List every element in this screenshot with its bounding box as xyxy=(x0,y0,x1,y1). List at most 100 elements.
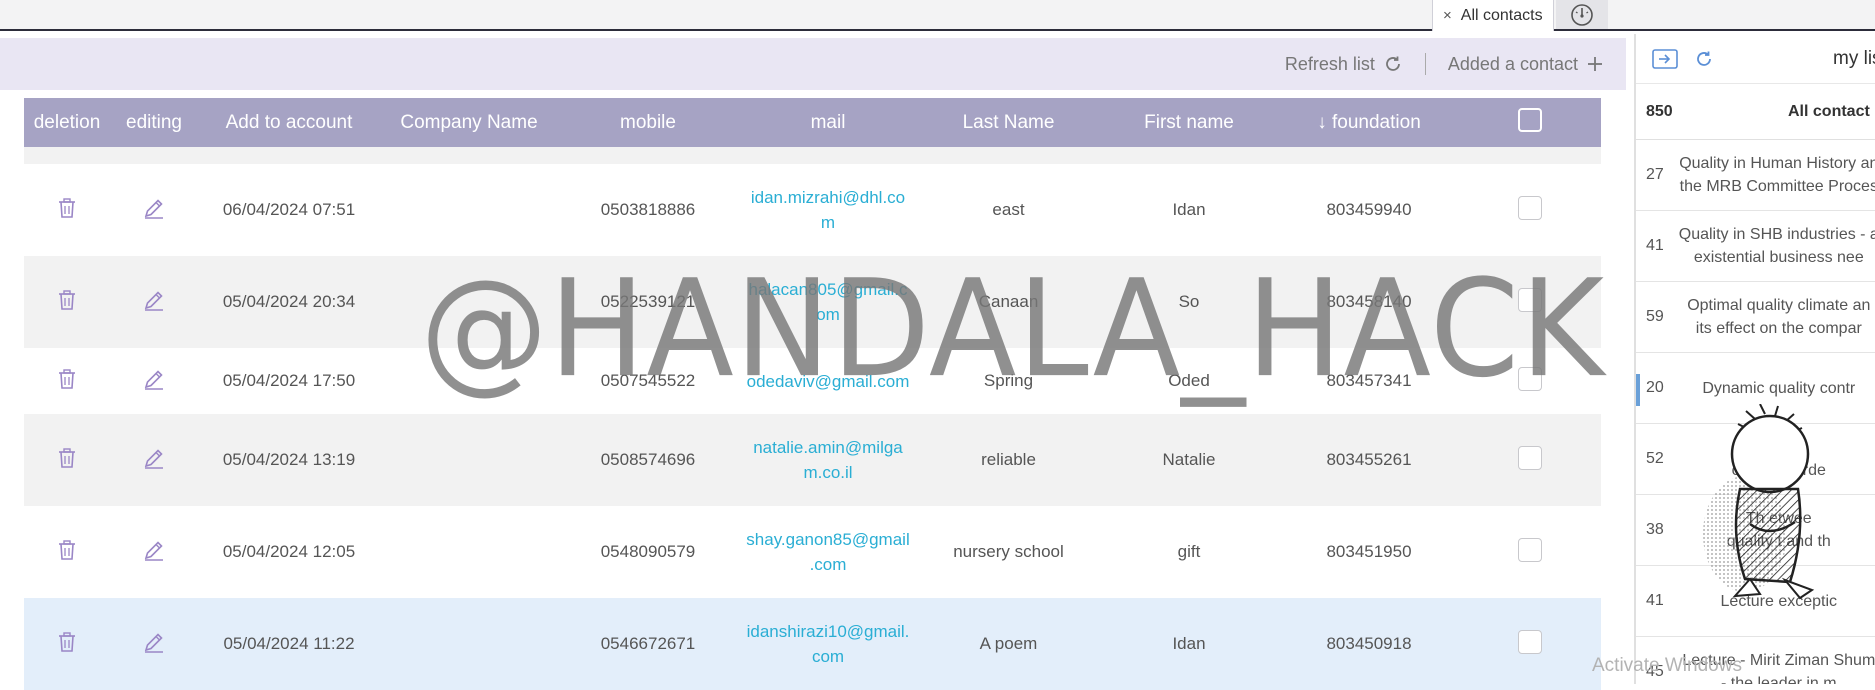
row-select[interactable] xyxy=(1459,537,1601,567)
delete-button[interactable] xyxy=(24,289,110,315)
cell-foundation: 803459940 xyxy=(1326,200,1412,219)
cell-added: 05/04/2024 13:19 xyxy=(222,450,356,469)
header-mobile[interactable]: mobile xyxy=(558,112,738,134)
list-toolbar: Refresh list Added a contact xyxy=(0,38,1626,90)
mail-line-2: om xyxy=(816,305,840,324)
tab-all-contacts[interactable]: × All contacts xyxy=(1432,0,1554,31)
contacts-table: deletion editing Add to account Company … xyxy=(24,98,1601,690)
row-checkbox[interactable] xyxy=(1518,195,1542,220)
pencil-icon xyxy=(144,632,163,653)
header-deletion[interactable]: deletion xyxy=(24,112,110,134)
table-row[interactable]: 05/04/2024 17:50 0507545522 odedaviv@gmail… xyxy=(24,348,1601,414)
cell-added: 05/04/2024 20:34 xyxy=(222,292,356,311)
cell-last-name: Canaan xyxy=(978,292,1039,311)
panel-title: my lis xyxy=(1833,48,1875,69)
pencil-icon xyxy=(144,198,163,219)
cell-mail[interactable]: natalie.amin@milga m.co.il xyxy=(738,435,918,485)
table-row[interactable]: 05/04/2024 20:34 0522539121 halacan805@gma… xyxy=(24,256,1601,348)
header-mail[interactable]: mail xyxy=(738,112,918,134)
list-item-count: 59 xyxy=(1646,308,1664,325)
select-all-checkbox[interactable] xyxy=(1518,107,1542,132)
delete-button[interactable] xyxy=(24,631,110,657)
exit-panel-icon[interactable] xyxy=(1652,48,1680,70)
close-tab-icon[interactable]: × xyxy=(1443,7,1452,24)
refresh-list-button[interactable]: Refresh list xyxy=(1285,54,1403,75)
list-item[interactable]: 52 risks an oppor ecorde xyxy=(1636,424,1875,495)
cell-mail[interactable]: idan.mizrahi@dhl.co m xyxy=(738,185,918,235)
row-checkbox[interactable] xyxy=(1518,287,1542,312)
row-select[interactable] xyxy=(1459,195,1601,225)
cell-mail[interactable]: idanshirazi10@gmail. com xyxy=(738,619,918,669)
mail-line-2: m xyxy=(820,213,836,232)
row-checkbox[interactable] xyxy=(1518,445,1542,470)
cell-mail[interactable]: odedaviv@gmail.com xyxy=(738,369,918,394)
list-item-line-1: Quality in Human History an xyxy=(1679,155,1875,172)
header-foundation[interactable]: ↓ foundation xyxy=(1279,112,1459,134)
cell-last-name: reliable xyxy=(981,450,1036,469)
mail-line-1: idanshirazi10@gmail. xyxy=(746,622,910,641)
cell-added: 05/04/2024 11:22 xyxy=(223,634,355,653)
list-item-title: Th etwee quality t and th xyxy=(1664,507,1875,553)
list-item-title: Dynamic quality contr xyxy=(1664,377,1875,400)
header-select-all[interactable] xyxy=(1459,107,1601,138)
row-select[interactable] xyxy=(1459,629,1601,659)
edit-button[interactable] xyxy=(110,631,198,658)
header-company-name[interactable]: Company Name xyxy=(380,112,558,134)
edit-button[interactable] xyxy=(110,289,198,316)
delete-button[interactable] xyxy=(24,447,110,473)
list-summary-row[interactable]: 850 All contact xyxy=(1636,84,1875,140)
cell-mail[interactable]: shay.ganon85@gmail .com xyxy=(738,527,918,577)
trash-icon xyxy=(59,368,75,389)
edit-button[interactable] xyxy=(110,197,198,224)
trash-icon xyxy=(59,631,75,652)
list-item[interactable]: 41 Lecture exceptic xyxy=(1636,566,1875,637)
row-select[interactable] xyxy=(1459,287,1601,317)
delete-button[interactable] xyxy=(24,368,110,394)
list-item-count: 27 xyxy=(1646,166,1664,183)
plus-icon xyxy=(1588,57,1602,71)
cell-mobile: 0503818886 xyxy=(600,200,696,219)
delete-button[interactable] xyxy=(24,197,110,223)
mail-line-1: natalie.amin@milga xyxy=(753,438,903,457)
cell-foundation: 803457341 xyxy=(1326,371,1412,390)
edit-button[interactable] xyxy=(110,368,198,395)
list-item[interactable]: 38 Th etwee quality t and th xyxy=(1636,495,1875,566)
row-select[interactable] xyxy=(1459,366,1601,396)
row-checkbox[interactable] xyxy=(1518,366,1542,391)
header-first-name[interactable]: First name xyxy=(1099,112,1279,134)
panel-resize-handle[interactable] xyxy=(1636,374,1640,406)
table-row[interactable]: 05/04/2024 11:22 0546672671 idanshirazi10@… xyxy=(24,598,1601,690)
list-item-title: risks an oppor ecorde xyxy=(1664,436,1875,482)
row-checkbox[interactable] xyxy=(1518,537,1542,562)
table-row[interactable]: 06/04/2024 07:51 0503818886 idan.mizrahi@d… xyxy=(24,164,1601,256)
add-contact-button[interactable]: Added a contact xyxy=(1448,54,1604,75)
sort-arrow-icon: ↓ xyxy=(1317,111,1327,133)
row-checkbox[interactable] xyxy=(1518,629,1542,654)
header-editing[interactable]: editing xyxy=(110,112,198,134)
edit-button[interactable] xyxy=(110,447,198,474)
list-item[interactable]: 27 Quality in Human History an the MRB Com… xyxy=(1636,140,1875,211)
header-last-name[interactable]: Last Name xyxy=(918,112,1099,134)
table-row[interactable]: 05/04/2024 13:19 0508574696 natalie.amin@m… xyxy=(24,414,1601,506)
row-select[interactable] xyxy=(1459,445,1601,475)
cell-first-name: So xyxy=(1178,292,1200,311)
tab-label: All contacts xyxy=(1460,6,1543,24)
panel-refresh-icon[interactable] xyxy=(1694,49,1714,69)
trash-icon xyxy=(59,197,75,218)
tab-extra-button[interactable] xyxy=(1556,0,1608,29)
list-item[interactable]: 20 Dynamic quality contr xyxy=(1636,353,1875,424)
tachometer-icon xyxy=(1571,3,1593,26)
delete-button[interactable] xyxy=(24,539,110,565)
list-item-line-1: Quality in SHB industries - a xyxy=(1678,226,1875,243)
list-item-count: 41 xyxy=(1646,237,1664,254)
edit-button[interactable] xyxy=(110,539,198,566)
list-item[interactable]: 59 Optimal quality climate an its effect o… xyxy=(1636,282,1875,353)
pencil-icon xyxy=(144,369,163,390)
mail-line-2: m.co.il xyxy=(803,463,853,482)
cell-mail[interactable]: halacan805@gmail.c om xyxy=(738,277,918,327)
cell-last-name: Spring xyxy=(983,371,1034,390)
list-item[interactable]: 41 Quality in SHB industries - a existenti… xyxy=(1636,211,1875,282)
header-add-to-account[interactable]: Add to account xyxy=(198,112,380,134)
table-row[interactable]: 05/04/2024 12:05 0548090579 shay.ganon85@g… xyxy=(24,506,1601,598)
cell-first-name: Idan xyxy=(1172,200,1206,219)
